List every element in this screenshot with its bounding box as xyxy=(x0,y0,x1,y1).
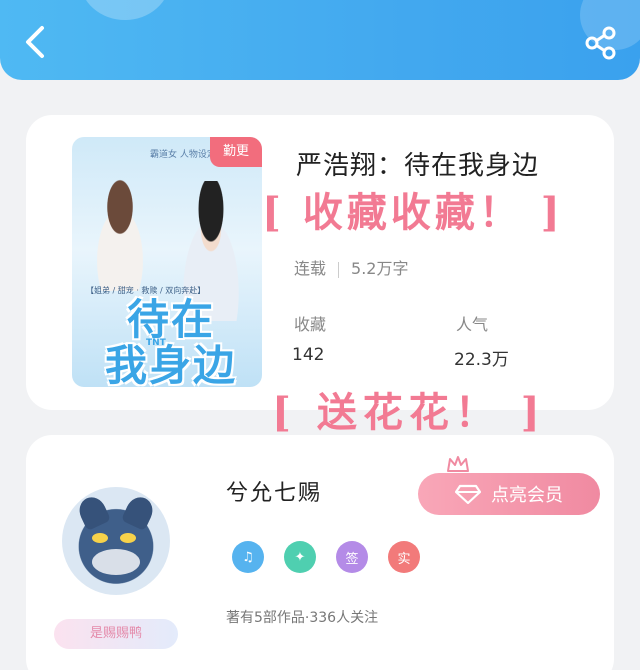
favorites-label: 收藏 xyxy=(294,315,327,334)
author-card: 是赐赐鸭 兮允七赐 点亮会员 ♫ ✦ 签 实 著有5部作品·336人关注 xyxy=(26,435,614,670)
avatar-ear xyxy=(74,492,112,532)
crown-icon xyxy=(447,456,469,472)
cover-title-line1: 待在 xyxy=(126,295,215,344)
activate-membership-button[interactable]: 点亮会员 xyxy=(418,473,600,515)
author-stats: 著有5部作品·336人关注 xyxy=(226,610,379,626)
popularity-value: 22.3万 xyxy=(454,350,509,370)
book-title: 严浩翔：待在我身边 xyxy=(296,151,540,181)
vip-tag: 是赐赐鸭 xyxy=(54,619,178,649)
signed-badge[interactable]: 签 xyxy=(336,541,368,573)
handshake-badge-icon[interactable]: ✦ xyxy=(284,541,316,573)
author-badges: ♫ ✦ 签 实 xyxy=(232,541,420,573)
favorites-value: 142 xyxy=(292,345,325,365)
top-bar xyxy=(0,0,640,80)
avatar-ear xyxy=(120,492,158,532)
avatar-muzzle xyxy=(92,549,140,575)
avatar-eye xyxy=(92,533,108,543)
book-cover[interactable]: 霸道女 人物设定文 勤更 【姐弟 / 甜宠 · 救赎 / 双向奔赴】 待在 我身… xyxy=(72,137,262,387)
cover-figure-girl xyxy=(80,171,160,291)
book-info-card: 霸道女 人物设定文 勤更 【姐弟 / 甜宠 · 救赎 / 双向奔赴】 待在 我身… xyxy=(26,115,614,410)
favorite-sticker: [ 收藏收藏！ ] xyxy=(262,189,564,236)
activate-membership-label: 点亮会员 xyxy=(491,485,563,506)
word-count: 5.2万字 xyxy=(351,259,409,278)
flower-sticker: [ 送花花！ ] xyxy=(272,389,546,436)
share-button[interactable] xyxy=(584,26,618,60)
header-decoration xyxy=(80,0,170,20)
book-status-row: 连载 5.2万字 xyxy=(294,255,408,279)
share-icon xyxy=(585,26,616,60)
popularity-label: 人气 xyxy=(456,315,489,334)
back-button[interactable] xyxy=(18,22,52,62)
cover-title-line2: 我身边 xyxy=(104,341,237,388)
serial-status: 连载 xyxy=(294,259,327,278)
update-badge: 勤更 xyxy=(210,137,262,167)
avatar[interactable] xyxy=(62,487,170,595)
author-name[interactable]: 兮允七赐 xyxy=(226,475,322,507)
diamond-icon xyxy=(455,484,481,504)
real-badge[interactable]: 实 xyxy=(388,541,420,573)
chevron-left-icon xyxy=(26,26,44,58)
cover-group-label: TNT xyxy=(146,338,166,348)
divider xyxy=(338,261,340,278)
cover-title: 待在 我身边 xyxy=(86,295,256,388)
music-badge-icon[interactable]: ♫ xyxy=(232,541,264,573)
avatar-eye xyxy=(120,533,136,543)
